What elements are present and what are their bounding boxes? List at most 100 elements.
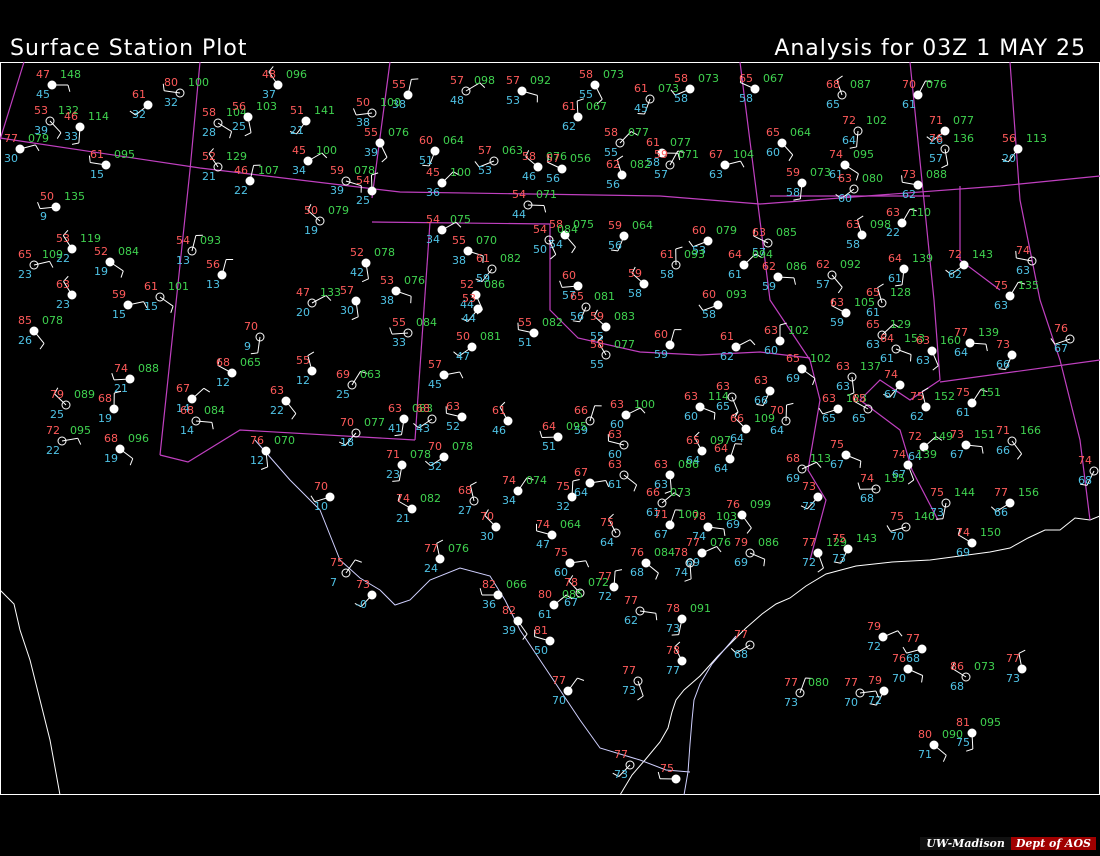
station-temperature: 59 [590, 310, 604, 323]
station-temperature: 77 [4, 132, 18, 145]
wind-barb-flag [37, 201, 41, 209]
station-dewpoint: 19 [104, 452, 118, 465]
station-model: 59 58 073 [786, 166, 831, 201]
wind-barb-flag [170, 306, 174, 313]
station-model: 61 62 [720, 330, 756, 363]
station-temperature: 66 [730, 412, 744, 425]
station-dewpoint: 69 [786, 372, 800, 385]
plot-title: Surface Station Plot [10, 36, 248, 61]
station-temperature: 80 [918, 728, 932, 741]
station-model: 74 63 [1015, 244, 1037, 277]
station-temperature: 65 [18, 248, 32, 261]
station-temperature: 61 [634, 82, 648, 95]
station-dewpoint: 25 [50, 408, 64, 421]
station-temperature: 71 [996, 424, 1010, 437]
station-dewpoint: 73 [784, 696, 798, 709]
wind-barb-flag [942, 755, 947, 762]
station-dewpoint: 64 [600, 536, 614, 549]
station-dewpoint: 63 [866, 338, 880, 351]
station-dewpoint: 25 [356, 194, 370, 207]
station-dewpoint: 58 [702, 308, 716, 321]
wind-barb [517, 620, 528, 635]
station-dewpoint: 27 [458, 504, 472, 517]
wind-barb [564, 234, 576, 248]
station-dewpoint: 63 [916, 354, 930, 367]
station-dewpoint: 65 [822, 412, 836, 425]
wind-barb-flag [793, 198, 801, 201]
station-model: 70 61 076 [902, 78, 947, 111]
station-pressure: 076 [710, 536, 731, 549]
station-dewpoint: 10 [314, 500, 328, 513]
station-model: 72 22 095 [46, 424, 91, 457]
station-temperature: 70 [244, 320, 258, 333]
station-model: 50 47 081 [453, 330, 501, 363]
station-model: 79 72 [867, 620, 903, 653]
map-canvas: 4745148533913246331146132803210048370965… [0, 61, 1100, 796]
station-pressure: 136 [953, 132, 974, 145]
station-temperature: 72 [908, 430, 922, 443]
station-dewpoint: 57 [654, 168, 668, 181]
station-model: 68 12 065 [216, 356, 261, 389]
station-dewpoint: 32 [132, 108, 146, 121]
station-model: 73 66 [996, 338, 1017, 371]
station-pressure: 056 [570, 152, 591, 165]
station-dewpoint: 59 [762, 280, 776, 293]
station-dewpoint: 53 [506, 94, 520, 107]
station-model: 57 56 056 [546, 152, 591, 185]
station-temperature: 52 [350, 246, 364, 259]
station-model: 53 38 076 [380, 274, 425, 307]
station-temperature: 70 [770, 404, 784, 417]
station-model: 57 53 063 [474, 144, 523, 177]
station-pressure: 135 [1018, 279, 1039, 292]
station-temperature: 63 [270, 384, 284, 397]
station-model: 6764 [574, 466, 610, 499]
station-model: 72 64 102 [842, 114, 887, 149]
station-pressure: 139 [916, 448, 937, 461]
station-temperature: 70 [902, 78, 916, 91]
station-dewpoint: 45 [36, 88, 50, 101]
station-pressure: 073 [698, 72, 719, 85]
station-dewpoint: 12 [296, 374, 310, 387]
wind-barb [217, 122, 232, 132]
station-model: 55 51 082 [517, 316, 563, 349]
wind-barb [901, 208, 911, 224]
station-pressure: 129 [890, 318, 911, 331]
wind-barb [785, 404, 788, 422]
station-temperature: 86 [950, 660, 964, 673]
station-dewpoint: 12 [216, 376, 230, 389]
station-temperature: 56 [1002, 132, 1016, 145]
wind-barb-flag [675, 246, 683, 250]
wind-barb-flag [985, 344, 988, 352]
station-model: 77 73 [622, 664, 644, 701]
wind-barb [159, 296, 174, 307]
station-pressure: 086 [678, 458, 699, 471]
station-pressure: 067 [586, 100, 607, 113]
station-dewpoint: 63 [709, 168, 723, 181]
station-temperature: 59 [608, 219, 622, 232]
station-pressure: 080 [808, 676, 829, 689]
station-dewpoint: 77 [666, 664, 680, 677]
station-pressure: 073 [974, 660, 995, 673]
station-model: 63 66 [754, 374, 775, 407]
wind-barb-flag [684, 578, 692, 582]
station-temperature: 71 [929, 114, 943, 127]
station-model: 62 56 082 [606, 155, 651, 191]
station-model: 63 23 [56, 275, 77, 311]
station-pressure: 073 [810, 166, 831, 179]
station-dewpoint: 32 [556, 500, 570, 513]
station-temperature: 60 [692, 224, 706, 237]
station-pressure: 107 [258, 164, 279, 177]
station-temperature: 55 [392, 78, 406, 91]
station-dewpoint: 61 [880, 352, 894, 365]
station-pressure: 095 [853, 148, 874, 161]
station-model: 59 15 [112, 288, 148, 321]
station-model: 57 48 098 [450, 74, 495, 107]
station-temperature: 74 [1016, 244, 1030, 257]
station-dewpoint: 33 [64, 130, 78, 143]
station-dewpoint: 73 [622, 684, 636, 697]
station-pressure: 089 [74, 388, 95, 401]
station-pressure: 082 [630, 158, 651, 171]
station-dewpoint: 56 [546, 172, 560, 185]
station-dewpoint: 68 [906, 652, 920, 665]
station-model: 76 12 070 [250, 434, 295, 470]
